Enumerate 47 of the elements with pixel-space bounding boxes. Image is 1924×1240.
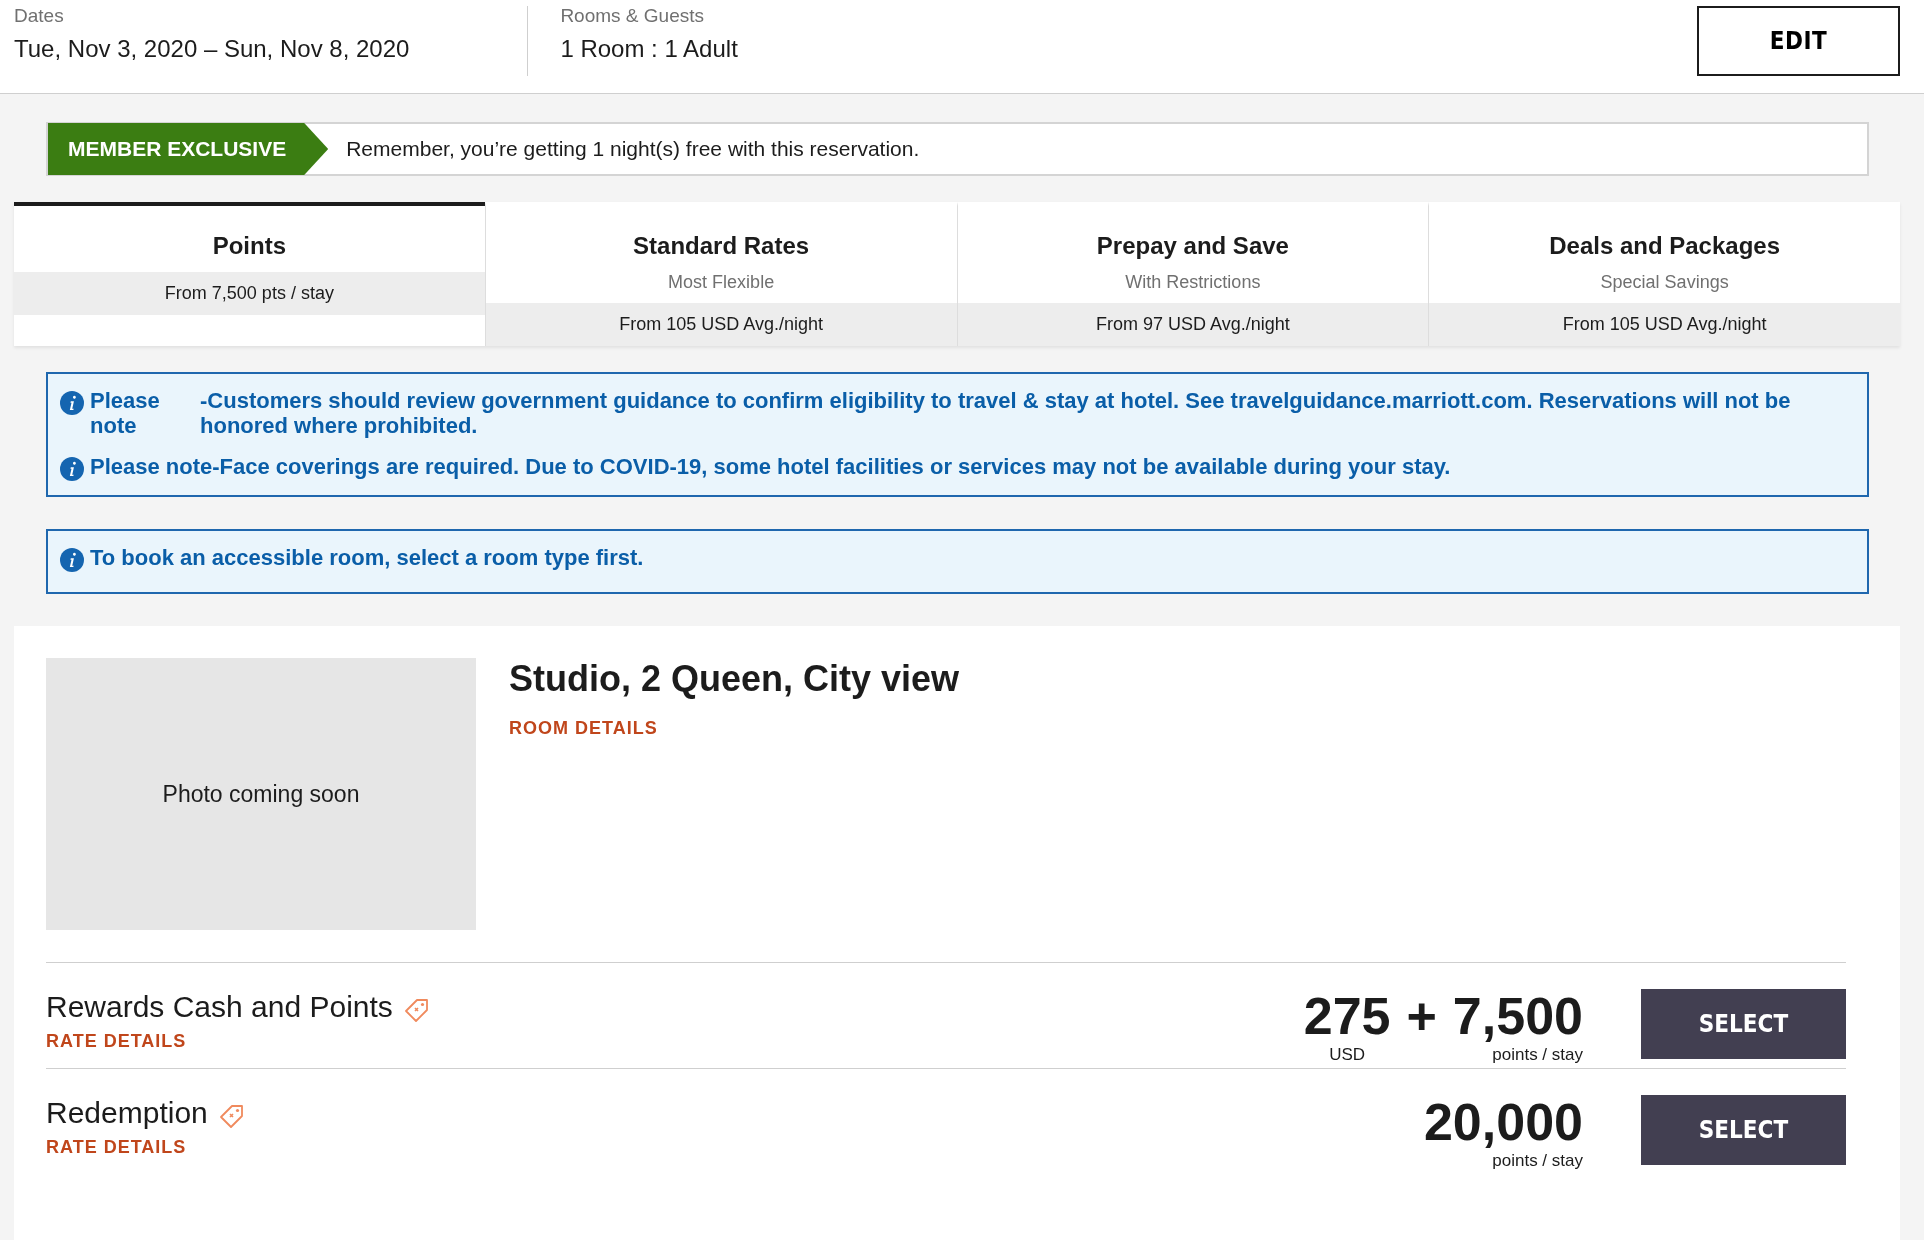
alert-text: To book an accessible room, select a room type first.: [90, 545, 645, 570]
rate-details-link[interactable]: RATE DETAILS: [46, 1031, 431, 1052]
price-amount: 7,500: [1452, 989, 1583, 1043]
price-unit: points / stay: [1492, 1151, 1583, 1171]
rate-tab[interactable]: Standard Rates Most Flexible From 105 USD Avg./night: [484, 202, 957, 346]
tab-title: Prepay and Save: [1096, 232, 1289, 261]
tab-price: From 105 USD Avg./night: [1429, 303, 1900, 346]
select-button[interactable]: SELECT: [1641, 1095, 1846, 1165]
info-icon: [60, 391, 84, 415]
photo-placeholder-text: Photo coming soon: [162, 780, 360, 808]
rate-tab[interactable]: Prepay and Save With Restrictions From 97 USD Avg./night: [956, 202, 1429, 346]
tab-subtitle: With Restrictions: [1125, 272, 1261, 293]
rooms-guests-label: Rooms & Guests: [560, 5, 705, 27]
rate-name: Rewards Cash and Points: [46, 990, 393, 1024]
tab-price: From 7,500 pts / stay: [14, 272, 485, 315]
dates-label: Dates: [14, 5, 65, 27]
tab-subtitle: Most Flexible: [668, 272, 775, 293]
select-button[interactable]: SELECT: [1641, 989, 1846, 1059]
rate-name: Redemption: [46, 1096, 208, 1130]
room-title: Studio, 2 Queen, City view: [509, 658, 960, 700]
room-details-link[interactable]: ROOM DETAILS: [509, 718, 960, 739]
tab-title: Deals and Packages: [1549, 232, 1781, 261]
price-amount: 20,000: [1423, 1095, 1583, 1149]
edit-button[interactable]: EDIT: [1697, 6, 1900, 76]
tab-price: From 97 USD Avg./night: [957, 303, 1429, 346]
tab-title: Points: [212, 232, 287, 261]
price-unit: USD: [1329, 1045, 1366, 1065]
info-icon: [60, 548, 84, 572]
rooms-guests-value: 1 Room : 1 Adult: [560, 35, 738, 63]
alert-text: Please note-Face coverings are required. Due to COVID-19, some hotel facilities or services may not be available during your stay.: [90, 454, 1452, 479]
dates-value: Tue, Nov 3, 2020 – Sun, Nov 8, 2020: [14, 35, 410, 63]
plus-sign: +: [1406, 989, 1437, 1043]
rate-tab[interactable]: Deals and Packages Special Savings From 105 USD Avg./night: [1428, 202, 1900, 346]
alert-label: Please note: [90, 388, 161, 438]
tab-title: Standard Rates: [633, 232, 810, 261]
tab-price: From 105 USD Avg./night: [485, 303, 957, 346]
member-exclusive-tag: MEMBER EXCLUSIVE: [48, 123, 329, 175]
alert-text: -Customers should review government guidance to confirm eligibility to travel & stay at hotel. See travelguidance.marriott.com. Reservations will not be honored where prohibited.: [200, 388, 1792, 438]
price-unit: points / stay: [1492, 1045, 1583, 1065]
banner-text: Remember, you’re getting 1 night(s) free with this reservation.: [346, 137, 920, 161]
tag-icon: [402, 997, 431, 1025]
tab-subtitle: Special Savings: [1600, 272, 1729, 293]
tag-icon: [217, 1103, 246, 1131]
rate-tab[interactable]: Points From 7,500 pts / stay: [14, 202, 485, 346]
rate-details-link[interactable]: RATE DETAILS: [46, 1137, 246, 1158]
info-icon: [60, 457, 84, 481]
price-amount: 275: [1303, 989, 1391, 1043]
